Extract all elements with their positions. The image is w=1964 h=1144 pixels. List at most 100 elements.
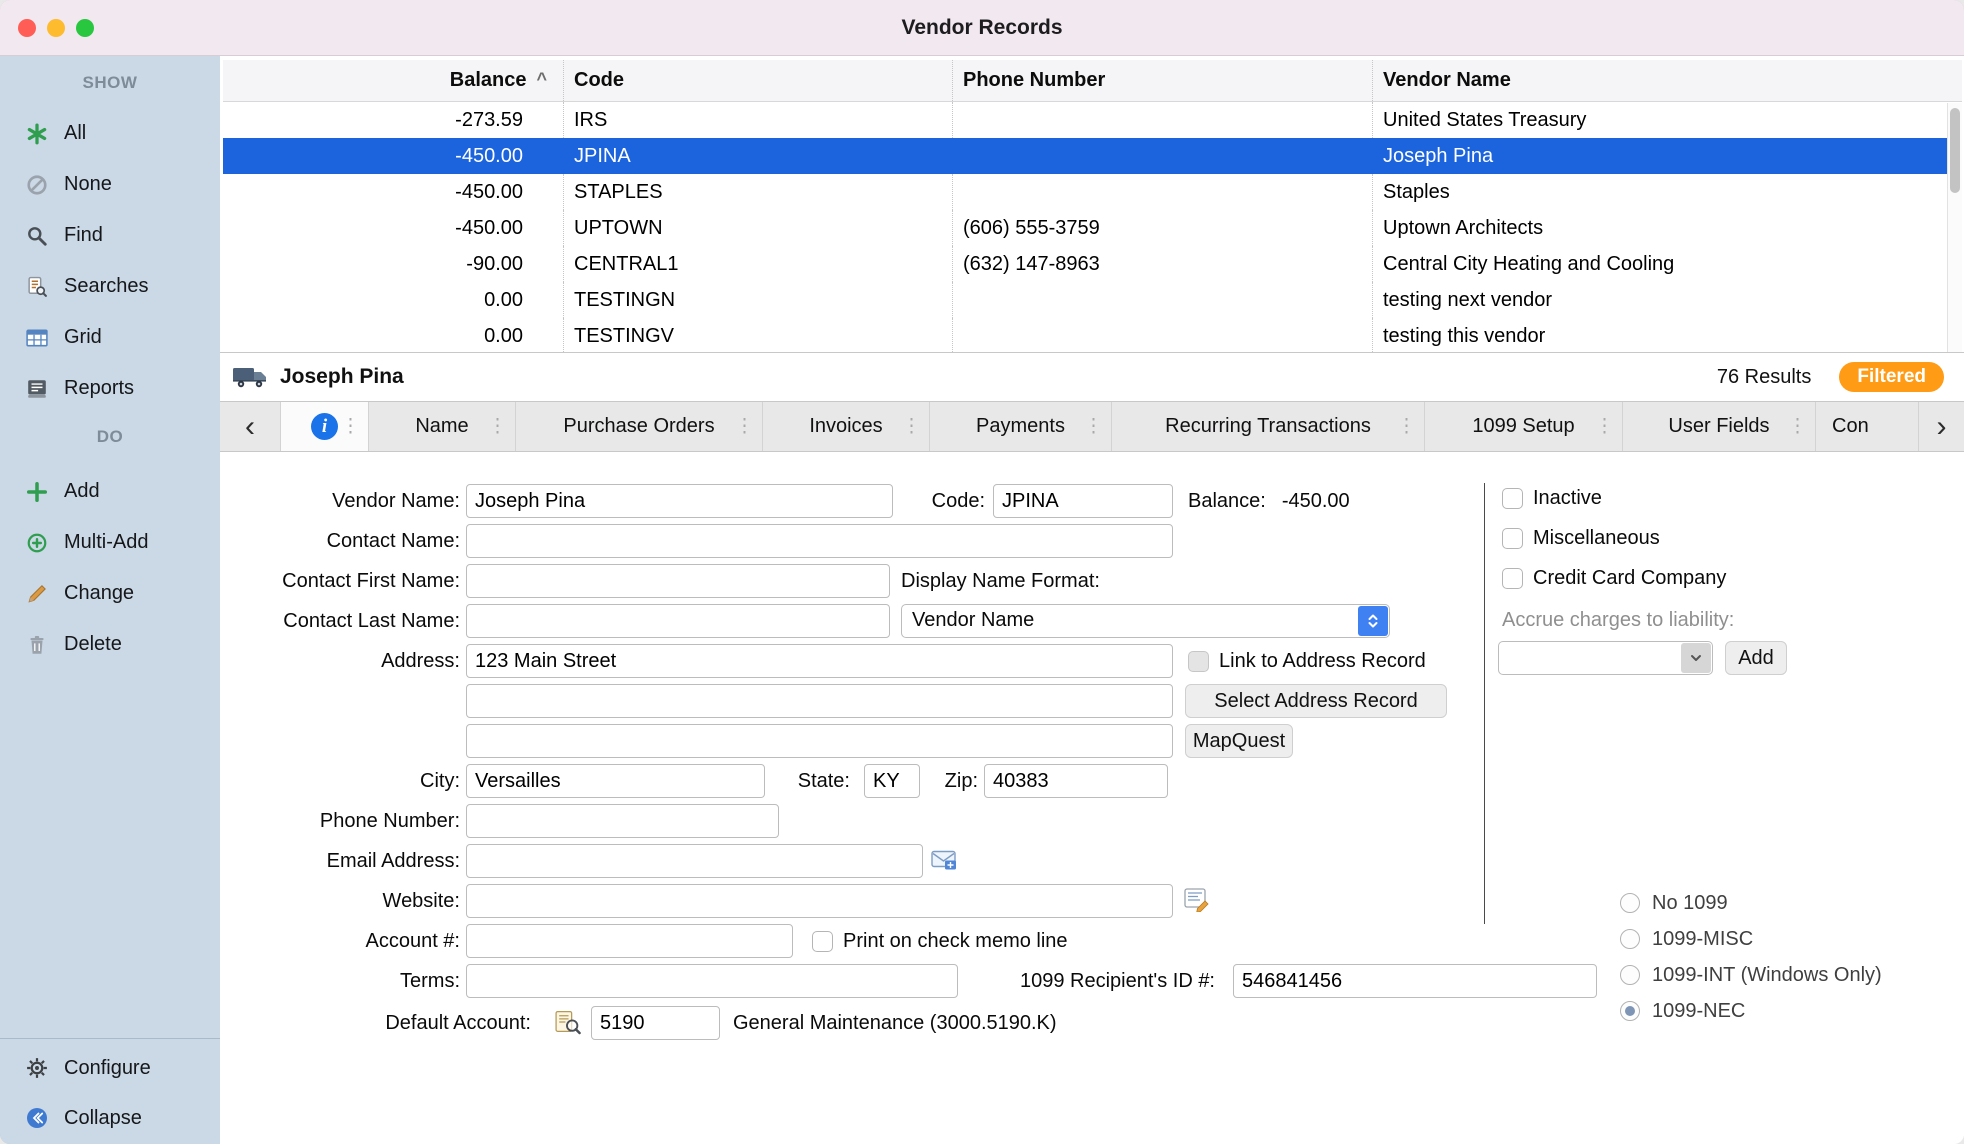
table-scrollbar[interactable] xyxy=(1947,103,1962,352)
column-header-code[interactable]: Code xyxy=(563,60,952,101)
compose-email-icon[interactable] xyxy=(931,848,958,878)
open-website-icon[interactable] xyxy=(1184,888,1211,918)
tab-payments[interactable]: Payments⋮ xyxy=(929,402,1111,451)
city-input[interactable] xyxy=(466,764,765,798)
add-liability-button[interactable]: Add xyxy=(1725,641,1787,675)
link-address-checkbox[interactable] xyxy=(1188,651,1209,672)
zip-input[interactable] xyxy=(984,764,1168,798)
vendor-list-table: Balance ^ Code Phone Number Vendor Name … xyxy=(223,60,1962,352)
display-name-format-dropdown[interactable]: Vendor Name xyxy=(901,604,1390,638)
sidebar-item-multi-add[interactable]: Multi-Add xyxy=(0,517,220,568)
minimize-window-button[interactable] xyxy=(47,19,65,37)
email-address-input[interactable] xyxy=(466,844,923,878)
contact-last-name-label: Contact Last Name: xyxy=(220,604,460,638)
miscellaneous-checkbox[interactable] xyxy=(1502,528,1523,549)
address-line1-input[interactable] xyxy=(466,644,1173,678)
sidebar-item-none[interactable]: None xyxy=(0,159,220,210)
saved-search-icon xyxy=(24,274,50,300)
address-line2-input[interactable] xyxy=(466,684,1173,718)
tabs-scroll-right-button[interactable]: › xyxy=(1918,402,1964,451)
sidebar-item-label: Configure xyxy=(64,1057,151,1080)
tab-grip-icon: ⋮ xyxy=(735,415,754,438)
sidebar-item-collapse[interactable]: Collapse xyxy=(0,1093,220,1143)
sidebar-item-all[interactable]: All xyxy=(0,108,220,159)
sidebar-item-label: Multi-Add xyxy=(64,531,148,554)
state-input[interactable] xyxy=(864,764,920,798)
tab-contacts-truncated[interactable]: Con xyxy=(1815,402,1918,451)
mapquest-button[interactable]: MapQuest xyxy=(1185,724,1293,758)
pencil-icon xyxy=(24,581,50,607)
credit-card-checkbox[interactable] xyxy=(1502,568,1523,589)
table-row[interactable]: -450.00 UPTOWN (606) 555-3759 Uptown Arc… xyxy=(223,210,1962,246)
contact-name-input[interactable] xyxy=(466,524,1173,558)
default-account-input[interactable] xyxy=(591,1006,720,1040)
account-number-input[interactable] xyxy=(466,924,793,958)
table-row-selected[interactable]: -450.00 JPINA Joseph Pina xyxy=(223,138,1962,174)
website-input[interactable] xyxy=(466,884,1173,918)
tab-1099-setup[interactable]: 1099 Setup⋮ xyxy=(1424,402,1622,451)
sidebar-item-find[interactable]: Find xyxy=(0,210,220,261)
scrollbar-thumb[interactable] xyxy=(1950,108,1960,193)
no-1099-label: No 1099 xyxy=(1652,892,1728,915)
sidebar-item-reports[interactable]: Reports xyxy=(0,363,220,414)
tab-grip-icon: ⋮ xyxy=(1397,415,1416,438)
table-row[interactable]: -450.00 STAPLES Staples xyxy=(223,174,1962,210)
tab-grip-icon: ⋮ xyxy=(1084,415,1103,438)
column-header-vendor-name[interactable]: Vendor Name xyxy=(1372,60,1962,101)
table-row[interactable]: 0.00 TESTINGV testing this vendor xyxy=(223,318,1962,352)
sidebar-item-add[interactable]: Add xyxy=(0,466,220,517)
code-input[interactable] xyxy=(993,484,1173,518)
main-content: Balance ^ Code Phone Number Vendor Name … xyxy=(220,56,1964,1144)
radio-row-no-1099: No 1099 xyxy=(1620,892,1728,914)
1099-misc-radio[interactable] xyxy=(1620,929,1640,949)
chevron-down-icon xyxy=(1681,643,1711,673)
display-name-format-label: Display Name Format: xyxy=(901,564,1100,598)
column-header-balance[interactable]: Balance ^ xyxy=(223,60,563,101)
address-line3-input[interactable] xyxy=(466,724,1173,758)
table-row[interactable]: -273.59 IRS United States Treasury xyxy=(223,102,1962,138)
zip-label: Zip: xyxy=(920,764,978,798)
vendor-name-input[interactable] xyxy=(466,484,893,518)
grid-icon xyxy=(24,325,50,351)
contact-first-name-input[interactable] xyxy=(466,564,890,598)
record-title: Joseph Pina xyxy=(280,365,404,389)
window-controls xyxy=(18,0,94,55)
sidebar-item-label: Find xyxy=(64,224,103,247)
tab-name[interactable]: Name⋮ xyxy=(368,402,515,451)
1099-nec-label: 1099-NEC xyxy=(1652,1000,1745,1023)
select-address-record-button[interactable]: Select Address Record xyxy=(1185,684,1447,718)
chevron-left-icon: ‹ xyxy=(245,410,255,444)
recipient-id-input[interactable] xyxy=(1233,964,1597,998)
tab-user-fields[interactable]: User Fields⋮ xyxy=(1622,402,1815,451)
print-memo-label: Print on check memo line xyxy=(843,930,1068,953)
contact-last-name-input[interactable] xyxy=(466,604,890,638)
phone-number-input[interactable] xyxy=(466,804,779,838)
inactive-checkbox[interactable] xyxy=(1502,488,1523,509)
tab-invoices[interactable]: Invoices⋮ xyxy=(762,402,929,451)
column-header-phone[interactable]: Phone Number xyxy=(952,60,1372,101)
state-label: State: xyxy=(780,764,850,798)
sidebar-item-change[interactable]: Change xyxy=(0,568,220,619)
info-icon: i xyxy=(311,413,338,440)
1099-nec-radio[interactable] xyxy=(1620,1001,1640,1021)
1099-int-radio[interactable] xyxy=(1620,965,1640,985)
tabs-scroll-left-button[interactable]: ‹ xyxy=(220,402,280,451)
filtered-badge[interactable]: Filtered xyxy=(1839,362,1944,392)
tab-info[interactable]: i ⋮ xyxy=(280,402,368,451)
sidebar-item-label: All xyxy=(64,122,86,145)
account-lookup-icon[interactable] xyxy=(554,1010,581,1041)
print-memo-checkbox[interactable] xyxy=(812,931,833,952)
close-window-button[interactable] xyxy=(18,19,36,37)
accrue-liability-dropdown[interactable] xyxy=(1498,641,1713,675)
terms-input[interactable] xyxy=(466,964,958,998)
table-row[interactable]: 0.00 TESTINGN testing next vendor xyxy=(223,282,1962,318)
sidebar-item-searches[interactable]: Searches xyxy=(0,261,220,312)
table-row[interactable]: -90.00 CENTRAL1 (632) 147-8963 Central C… xyxy=(223,246,1962,282)
sidebar-item-grid[interactable]: Grid xyxy=(0,312,220,363)
sidebar-item-delete[interactable]: Delete xyxy=(0,619,220,670)
tab-purchase-orders[interactable]: Purchase Orders⋮ xyxy=(515,402,762,451)
sidebar-item-configure[interactable]: Configure xyxy=(0,1043,220,1093)
no-1099-radio[interactable] xyxy=(1620,893,1640,913)
tab-recurring-transactions[interactable]: Recurring Transactions⋮ xyxy=(1111,402,1424,451)
zoom-window-button[interactable] xyxy=(76,19,94,37)
